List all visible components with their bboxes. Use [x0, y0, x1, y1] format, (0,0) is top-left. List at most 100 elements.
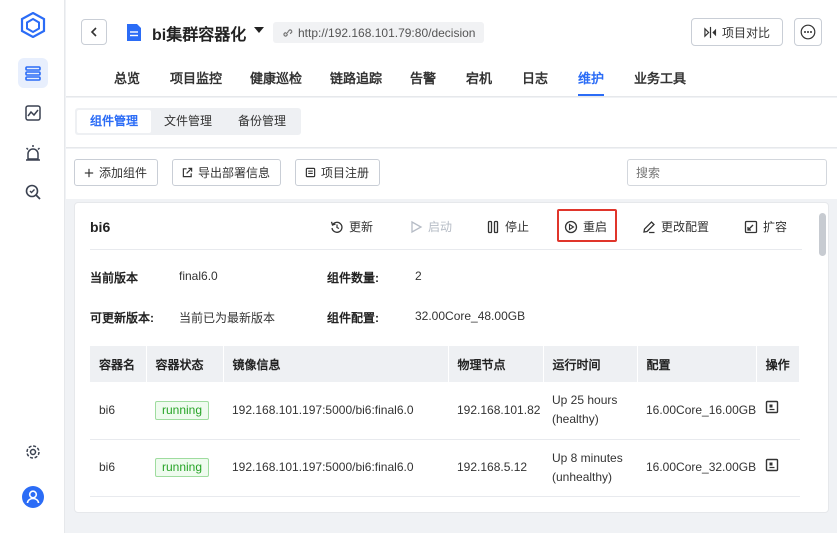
project-register-button[interactable]: 项目注册 [295, 159, 381, 186]
sidebar [0, 0, 65, 533]
table-row: bi6 running 192.168.101.197:5000/bi6:fin… [90, 439, 800, 497]
back-button[interactable] [81, 19, 107, 45]
more-button[interactable] [794, 18, 822, 46]
tab-component-management[interactable]: 组件管理 [77, 110, 152, 133]
sidebar-item-alarm[interactable] [18, 138, 48, 168]
plus-icon [84, 168, 94, 177]
updatable-version-label: 可更新版本: [90, 311, 154, 325]
subnav: 组件管理 文件管理 备份管理 [66, 98, 837, 148]
status-badge: running [155, 458, 210, 477]
sidebar-item-inspect[interactable] [18, 177, 48, 207]
terminal-icon[interactable] [765, 400, 779, 414]
container-table: 容器名 容器状态 镜像信息 物理节点 运行时间 配置 操作 bi6 runnin… [90, 346, 801, 497]
scrollbar[interactable] [819, 213, 826, 256]
col-header-container-status: 容器状态 [146, 346, 224, 382]
user-icon [26, 490, 40, 504]
nav-tabs: 总览 项目监控 健康巡检 链路追踪 告警 宕机 日志 维护 业务工具 [114, 68, 714, 96]
project-dropdown-caret-icon[interactable] [254, 27, 264, 33]
current-version-label: 当前版本 [90, 271, 139, 285]
component-config-value: 32.00Core_48.00GB [415, 309, 526, 323]
updatable-version-value: 当前已为最新版本 [179, 311, 276, 325]
play-icon [411, 220, 423, 233]
tab-project-monitor[interactable]: 项目监控 [170, 68, 250, 96]
tab-maintenance[interactable]: 维护 [578, 68, 605, 96]
compare-label: 项目对比 [721, 25, 770, 40]
avatar[interactable] [22, 486, 44, 508]
pause-icon [487, 220, 499, 233]
col-header-config: 配置 [637, 346, 757, 382]
url-text: http://192.168.101.79:80/decision [298, 25, 476, 40]
cell-image-info: 192.168.101.197:5000/bi6:final6.0 [223, 439, 448, 497]
health-text: (unhealthy) [552, 469, 613, 484]
alarm-light-icon [25, 145, 41, 161]
edit-config-button[interactable]: 更改配置 [642, 218, 709, 235]
start-label: 启动 [428, 220, 453, 234]
cell-physical-node: 192.168.101.82 [448, 382, 543, 440]
edit-icon [643, 220, 655, 233]
stop-label: 停止 [505, 220, 530, 234]
component-title: bi6 [90, 219, 111, 235]
health-text: (healthy) [552, 412, 599, 427]
tab-downtime[interactable]: 宕机 [466, 68, 522, 96]
tab-trace[interactable]: 链路追踪 [330, 68, 410, 96]
export-icon [182, 167, 193, 178]
col-header-image-info: 镜像信息 [223, 346, 449, 382]
cell-uptime: Up 8 minutes (unhealthy) [543, 439, 637, 497]
tab-business-tools[interactable]: 业务工具 [634, 68, 714, 96]
tab-backup-management[interactable]: 备份管理 [225, 110, 299, 133]
terminal-icon[interactable] [765, 458, 779, 472]
update-icon [330, 221, 343, 233]
restart-label: 重启 [583, 220, 608, 234]
divider [90, 249, 802, 250]
cell-config: 16.00Core_32.00GB [637, 439, 757, 497]
register-icon [305, 167, 316, 178]
component-count-label: 组件数量: [327, 271, 379, 285]
restart-icon [564, 220, 578, 233]
tab-health-check[interactable]: 健康巡检 [250, 68, 330, 96]
export-deploy-info-button[interactable]: 导出部署信息 [172, 159, 282, 186]
project-title[interactable]: bi集群容器化 [152, 21, 246, 45]
status-badge: running [155, 400, 210, 420]
search-input[interactable] [627, 159, 827, 186]
cell-container-name: bi6 [90, 382, 146, 440]
project-compare-button[interactable]: 项目对比 [691, 18, 783, 46]
tab-alert[interactable]: 告警 [410, 68, 466, 96]
header: bi集群容器化 http://192.168.101.79:80/decisio… [66, 0, 837, 97]
restart-button[interactable]: 重启 [564, 218, 607, 235]
edit-config-label: 更改配置 [661, 220, 710, 234]
uptime-text: Up 25 hours [552, 393, 618, 408]
current-version-value: final6.0 [179, 269, 218, 283]
search-shield-icon [25, 184, 41, 200]
project-register-label: 项目注册 [321, 166, 370, 180]
toolbar: 添加组件 导出部署信息 项目注册 [66, 149, 837, 199]
cell-physical-node: 192.168.5.12 [448, 439, 543, 497]
scale-label: 扩容 [763, 220, 788, 234]
scale-button[interactable]: 扩容 [744, 218, 787, 235]
tab-file-management[interactable]: 文件管理 [151, 110, 225, 133]
subnav-segmented: 组件管理 文件管理 备份管理 [75, 108, 302, 135]
layers-icon [25, 66, 41, 81]
cell-image-info: 192.168.101.197:5000/bi6:final6.0 [223, 382, 448, 440]
uptime-text: Up 8 minutes [552, 450, 623, 465]
tab-logs[interactable]: 日志 [522, 68, 578, 96]
sidebar-item-projects[interactable] [18, 58, 48, 88]
start-button[interactable]: 启动 [409, 218, 452, 235]
sidebar-item-monitor[interactable] [18, 98, 48, 128]
component-count-value: 2 [415, 269, 422, 283]
col-header-container-name: 容器名 [90, 346, 147, 382]
component-card: bi6 更新 启动 停止 重启 更改配置 扩容 当前版本 final6.0 组件… [74, 202, 829, 513]
export-deploy-info-label: 导出部署信息 [198, 166, 271, 180]
document-icon [126, 23, 142, 42]
compare-icon [704, 26, 717, 38]
app-logo-icon[interactable] [20, 11, 46, 39]
add-component-button[interactable]: 添加组件 [74, 159, 159, 186]
tab-overview[interactable]: 总览 [114, 68, 170, 96]
sidebar-item-settings[interactable] [18, 437, 48, 467]
stop-button[interactable]: 停止 [486, 218, 529, 235]
table-row: bi6 running 192.168.101.197:5000/bi6:fin… [90, 382, 800, 440]
update-button[interactable]: 更新 [330, 218, 373, 235]
url-link[interactable]: http://192.168.101.79:80/decision [273, 22, 485, 43]
col-header-uptime: 运行时间 [543, 346, 638, 382]
gear-icon [26, 445, 40, 459]
more-dots-icon [800, 24, 816, 40]
